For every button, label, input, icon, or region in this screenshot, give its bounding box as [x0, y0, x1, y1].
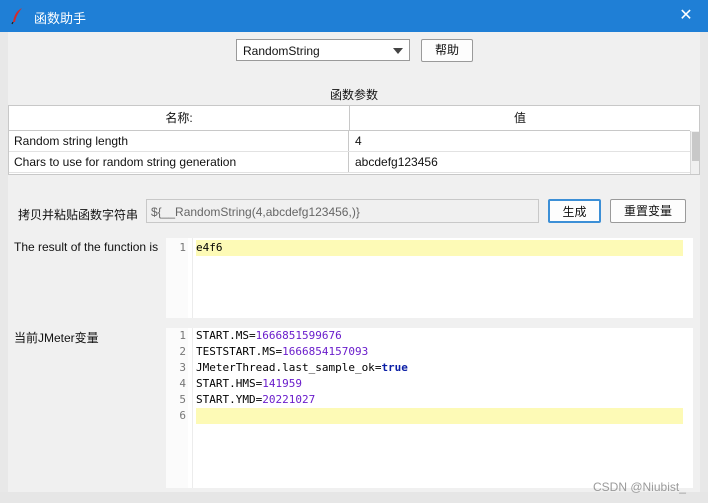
current-line-highlight: [196, 408, 683, 424]
equals-sign: =: [248, 329, 256, 342]
watermark: CSDN @Niubist_: [593, 480, 686, 494]
variable-key: START.YMD: [196, 393, 256, 406]
variable-value: 1666851599676: [255, 329, 342, 342]
column-header-name: 名称:: [9, 106, 350, 131]
variable-line: TESTSTART.MS=1666854157093: [196, 344, 368, 360]
params-table: 名称: 值 Random string length 4 Chars to us…: [8, 105, 700, 175]
result-editor[interactable]: 1 e4f6: [166, 238, 693, 318]
variable-key: START.HMS: [196, 377, 256, 390]
feather-icon: [11, 8, 22, 25]
jmeter-vars-editor[interactable]: 1 2 3 4 5 6 START.MS=1666851599676 TESTS…: [166, 328, 693, 488]
line-number: 2: [179, 345, 186, 358]
line-number: 4: [179, 377, 186, 390]
param-name-cell[interactable]: Random string length: [9, 131, 349, 151]
title-bar: 函数助手 ✕: [0, 0, 708, 32]
close-icon: ✕: [679, 7, 693, 24]
line-number-gutter: 1 2 3 4 5 6: [166, 328, 188, 488]
gutter-divider: [192, 238, 193, 318]
param-value-cell[interactable]: abcdefg123456: [350, 152, 690, 172]
variable-key: TESTSTART.MS: [196, 345, 276, 358]
line-number: 3: [179, 361, 186, 374]
column-header-value: 值: [350, 106, 690, 131]
result-line: e4f6: [196, 241, 223, 254]
variable-value: true: [381, 361, 408, 374]
result-label: The result of the function is: [14, 240, 159, 254]
variable-value: 141959: [262, 377, 302, 390]
table-row[interactable]: Random string length 4: [9, 131, 690, 152]
line-number: 5: [179, 393, 186, 406]
help-button[interactable]: 帮助: [421, 39, 473, 62]
variable-line: START.HMS=141959: [196, 376, 302, 392]
table-scrollbar[interactable]: [690, 131, 699, 174]
function-string-label: 拷贝并粘贴函数字符串: [18, 208, 139, 222]
function-select-value: RandomString: [243, 44, 320, 58]
function-select[interactable]: RandomString: [236, 39, 410, 61]
variable-value: 1666854157093: [282, 345, 369, 358]
variable-value: 20221027: [262, 393, 316, 406]
chevron-down-icon: [393, 48, 403, 54]
line-number: 1: [179, 241, 186, 254]
window-title: 函数助手: [34, 11, 87, 26]
param-value-cell[interactable]: 4: [350, 131, 690, 151]
generate-button[interactable]: 生成: [548, 199, 601, 223]
gutter-divider: [192, 328, 193, 488]
variable-line: JMeterThread.last_sample_ok=true: [196, 360, 408, 376]
line-number-gutter: 1: [166, 238, 188, 318]
close-button[interactable]: ✕: [676, 6, 696, 26]
variable-key: JMeterThread.last_sample_ok: [196, 361, 375, 374]
variable-line: START.MS=1666851599676: [196, 328, 342, 344]
function-string-field[interactable]: ${__RandomString(4,abcdefg123456,)}: [146, 199, 539, 223]
param-name-cell[interactable]: Chars to use for random string generatio…: [9, 152, 349, 172]
table-row[interactable]: Chars to use for random string generatio…: [9, 152, 690, 173]
line-number: 1: [179, 329, 186, 342]
scrollbar-thumb[interactable]: [692, 132, 699, 161]
reset-variables-button[interactable]: 重置变量: [610, 199, 686, 223]
jmeter-vars-label: 当前JMeter变量: [14, 331, 99, 345]
line-number: 6: [179, 409, 186, 422]
variable-line: START.YMD=20221027: [196, 392, 315, 408]
params-section-title: 函数参数: [329, 88, 378, 102]
current-line-highlight: [196, 240, 683, 256]
variable-key: START.MS: [196, 329, 249, 342]
